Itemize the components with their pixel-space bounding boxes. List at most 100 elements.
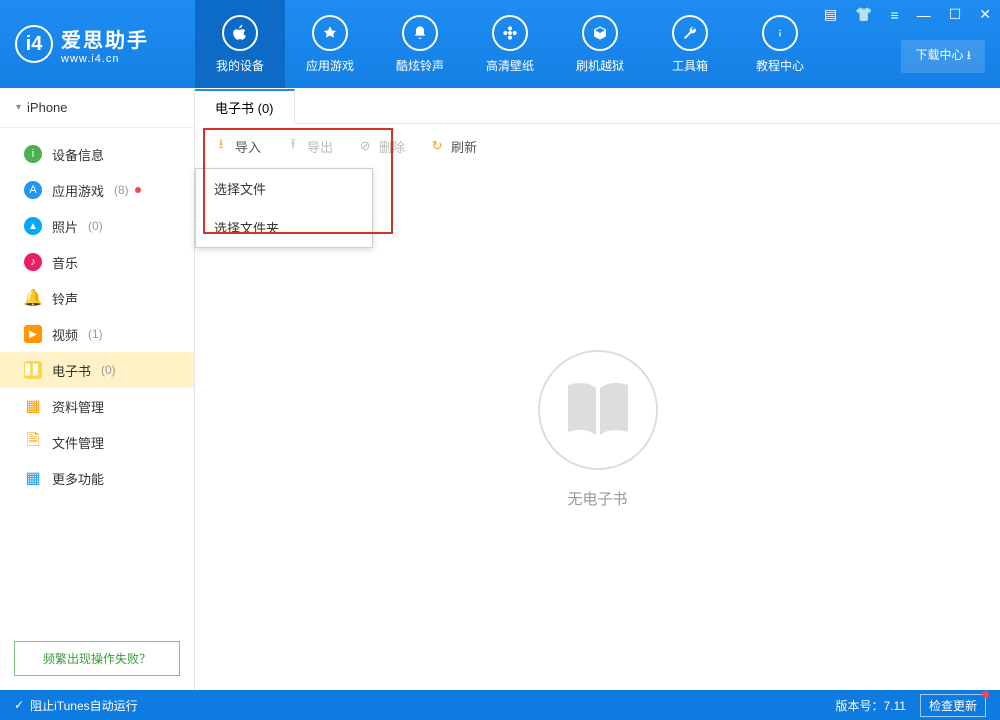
- itunes-block-toggle[interactable]: 阻止iTunes自动运行: [30, 697, 138, 714]
- device-header[interactable]: ▾ iPhone: [0, 88, 194, 128]
- device-name: iPhone: [27, 100, 67, 115]
- nav-label: 我的设备: [216, 57, 264, 74]
- sidebar-item-label: 应用游戏: [52, 181, 104, 200]
- info-icon: i: [24, 145, 42, 163]
- sidebar-item-label: 铃声: [52, 289, 78, 308]
- empty-text: 无电子书: [567, 488, 627, 509]
- refresh-icon: ↻: [429, 138, 445, 154]
- photo-icon: ▲: [24, 217, 42, 235]
- refresh-label: 刷新: [451, 137, 477, 156]
- music-icon: ♪: [24, 253, 42, 271]
- sidebar-item-count: (0): [101, 363, 116, 377]
- skin-icon[interactable]: 👕: [851, 4, 876, 25]
- nav-label: 应用游戏: [306, 57, 354, 74]
- nav-tutorials[interactable]: 教程中心: [735, 0, 825, 88]
- box-icon: [582, 15, 618, 51]
- nav-label: 教程中心: [756, 57, 804, 74]
- export-icon: ⭱: [285, 138, 301, 154]
- check-icon: ✓: [14, 698, 24, 712]
- sidebar-item-label: 视频: [52, 325, 78, 344]
- import-button[interactable]: ⭳ 导入: [213, 137, 261, 156]
- nav-jailbreak[interactable]: 刷机越狱: [555, 0, 645, 88]
- sidebar-item-count: (0): [88, 219, 103, 233]
- sidebar-item-ringtones[interactable]: 🔔 铃声: [0, 280, 194, 316]
- file-icon: 🗎: [24, 433, 42, 451]
- delete-icon: ⊘: [357, 138, 373, 154]
- apple-icon: [222, 15, 258, 51]
- bell-icon: [402, 15, 438, 51]
- sidebar-item-device-info[interactable]: i 设备信息: [0, 136, 194, 172]
- nav-apps[interactable]: 应用游戏: [285, 0, 375, 88]
- sidebar-item-label: 电子书: [52, 361, 91, 380]
- notification-dot-icon: [982, 691, 989, 698]
- help-link[interactable]: 频繁出现操作失败？: [14, 641, 180, 676]
- app-title: 爱思助手: [61, 24, 149, 53]
- sidebar-item-data[interactable]: ▦ 资料管理: [0, 388, 194, 424]
- sidebar-item-count: (8): [114, 183, 129, 197]
- tab-bar: 电子书 (0): [195, 88, 1000, 124]
- sidebar-item-label: 设备信息: [52, 145, 104, 164]
- app-subtitle: www.i4.cn: [61, 53, 149, 65]
- maximize-icon[interactable]: ☐: [945, 4, 966, 25]
- sidebar-item-ebooks[interactable]: ▋▋ 电子书 (0): [0, 352, 194, 388]
- nav-my-device[interactable]: 我的设备: [195, 0, 285, 88]
- sidebar-item-label: 文件管理: [52, 433, 104, 452]
- sidebar-item-more[interactable]: ▦ 更多功能: [0, 460, 194, 496]
- nav-label: 刷机越狱: [576, 57, 624, 74]
- sidebar-item-label: 更多功能: [52, 469, 104, 488]
- notification-dot-icon: [135, 187, 141, 193]
- sidebar-item-music[interactable]: ♪ 音乐: [0, 244, 194, 280]
- download-center-button[interactable]: 下载中心 ⭳: [901, 40, 985, 73]
- tab-ebooks[interactable]: 电子书 (0): [195, 89, 295, 124]
- sidebar-item-count: (1): [88, 327, 103, 341]
- nav-label: 酷炫铃声: [396, 57, 444, 74]
- export-label: 导出: [307, 137, 333, 156]
- book-icon: ▋▋: [24, 361, 42, 379]
- bell-icon: 🔔: [24, 289, 42, 307]
- nav-toolbox[interactable]: 工具箱: [645, 0, 735, 88]
- info-icon: [762, 15, 798, 51]
- sidebar-item-videos[interactable]: ▶ 视频 (1): [0, 316, 194, 352]
- appstore-icon: [312, 15, 348, 51]
- download-center-label: 下载中心: [915, 48, 963, 62]
- status-bar: ✓ 阻止iTunes自动运行 版本号：7.11 检查更新: [0, 690, 1000, 720]
- logo-block: i4 爱思助手 www.i4.cn: [0, 0, 195, 88]
- app-header: i4 爱思助手 www.i4.cn 我的设备 应用游戏 酷炫铃声 高清壁纸 刷机…: [0, 0, 1000, 88]
- wrench-icon: [672, 15, 708, 51]
- chevron-down-icon: ▾: [16, 102, 21, 113]
- sidebar-item-label: 资料管理: [52, 397, 104, 416]
- feedback-icon[interactable]: ▤: [820, 4, 841, 25]
- sidebar-item-files[interactable]: 🗎 文件管理: [0, 424, 194, 460]
- toolbar: ⭳ 导入 ⭱ 导出 ⊘ 删除 ↻ 刷新 选择文件 选择文件夹: [195, 124, 1000, 168]
- delete-label: 删除: [379, 137, 405, 156]
- nav-label: 高清壁纸: [486, 57, 534, 74]
- data-icon: ▦: [24, 397, 42, 415]
- import-dropdown: 选择文件 选择文件夹: [195, 168, 373, 248]
- grid-icon: ▦: [24, 469, 42, 487]
- nav-wallpapers[interactable]: 高清壁纸: [465, 0, 555, 88]
- sidebar-item-label: 照片: [52, 217, 78, 236]
- export-button[interactable]: ⭱ 导出: [285, 137, 333, 156]
- dropdown-select-folder[interactable]: 选择文件夹: [196, 208, 372, 247]
- import-icon: ⭳: [213, 138, 229, 154]
- nav-label: 工具箱: [672, 57, 708, 74]
- top-nav: 我的设备 应用游戏 酷炫铃声 高清壁纸 刷机越狱 工具箱 教程中心: [195, 0, 825, 88]
- nav-ringtones[interactable]: 酷炫铃声: [375, 0, 465, 88]
- close-icon[interactable]: ✕: [975, 4, 995, 25]
- delete-button[interactable]: ⊘ 删除: [357, 137, 405, 156]
- minimize-icon[interactable]: —: [913, 5, 935, 25]
- window-controls: ▤ 👕 ≡ — ☐ ✕: [820, 4, 995, 25]
- update-label: 检查更新: [929, 699, 977, 713]
- video-icon: ▶: [24, 325, 42, 343]
- import-label: 导入: [235, 137, 261, 156]
- dropdown-select-file[interactable]: 选择文件: [196, 169, 372, 208]
- sidebar-item-apps[interactable]: A 应用游戏 (8): [0, 172, 194, 208]
- refresh-button[interactable]: ↻ 刷新: [429, 137, 477, 156]
- empty-book-icon: [538, 350, 658, 470]
- version-info: 版本号：7.11: [836, 697, 906, 714]
- logo-icon: i4: [15, 25, 53, 63]
- sidebar-item-photos[interactable]: ▲ 照片 (0): [0, 208, 194, 244]
- menu-icon[interactable]: ≡: [887, 5, 903, 25]
- check-update-button[interactable]: 检查更新: [920, 694, 986, 717]
- sidebar: ▾ iPhone i 设备信息 A 应用游戏 (8) ▲ 照片 (0) ♪ 音乐: [0, 88, 195, 690]
